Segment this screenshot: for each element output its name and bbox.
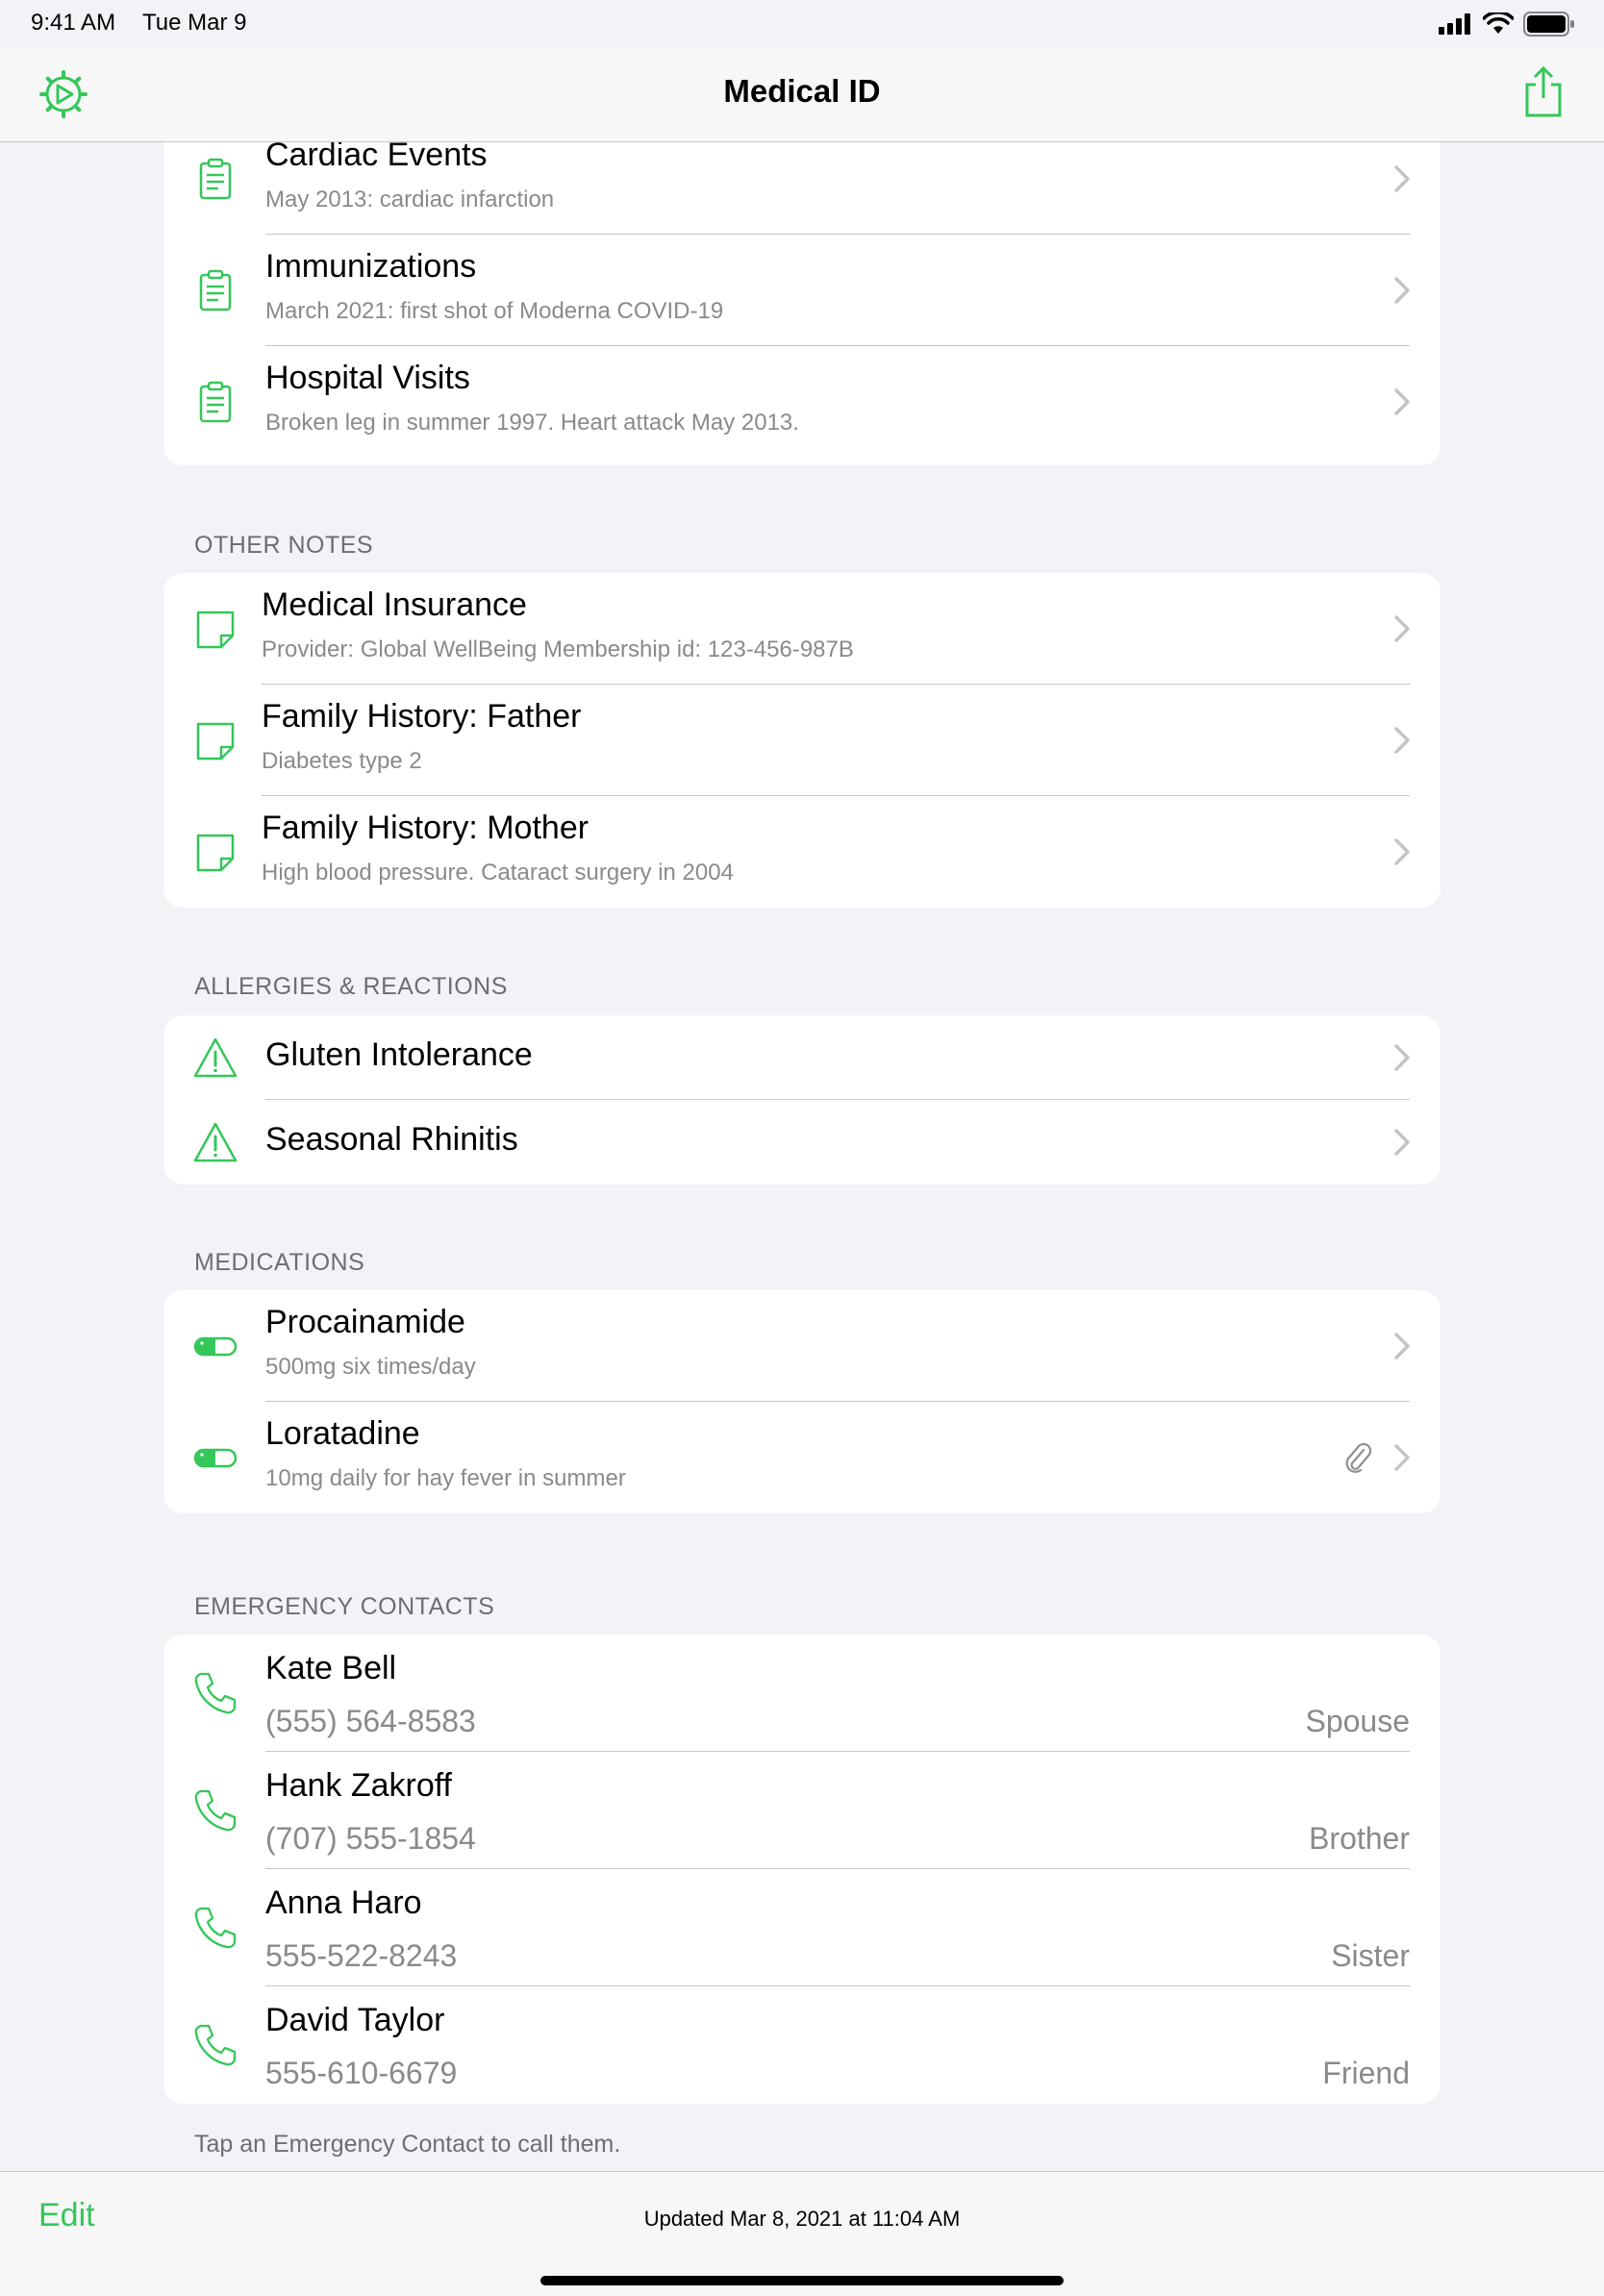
note-title: Family History: Father bbox=[262, 698, 582, 735]
medication-title: Procainamide bbox=[265, 1304, 465, 1340]
contact-relation: Friend bbox=[1322, 2056, 1410, 2090]
record-row-immunizations[interactable]: Immunizations March 2021: first shot of … bbox=[163, 235, 1441, 346]
medications-card: Procainamide 500mg six times/day Loratad… bbox=[163, 1290, 1441, 1513]
warning-icon bbox=[193, 1037, 238, 1078]
clipboard-icon bbox=[199, 158, 232, 200]
phone-icon bbox=[194, 1907, 237, 1949]
pill-icon bbox=[193, 1336, 238, 1357]
phone-icon bbox=[194, 1789, 237, 1832]
phone-icon bbox=[194, 1672, 237, 1714]
other-notes-card: Medical Insurance Provider: Global WellB… bbox=[163, 573, 1441, 908]
battery-icon bbox=[1523, 12, 1574, 37]
chevron-right-icon bbox=[1394, 838, 1410, 865]
updated-timestamp: Updated Mar 8, 2021 at 11:04 AM bbox=[643, 2207, 961, 2231]
medication-row-procainamide[interactable]: Procainamide 500mg six times/day bbox=[163, 1290, 1441, 1402]
record-row-cardiac-events[interactable]: Cardiac Events May 2013: cardiac infarct… bbox=[163, 142, 1441, 235]
note-title: Family History: Mother bbox=[262, 810, 589, 846]
pill-icon bbox=[193, 1448, 238, 1468]
note-row-medical-insurance[interactable]: Medical Insurance Provider: Global WellB… bbox=[163, 573, 1441, 685]
record-title: Immunizations bbox=[265, 248, 477, 285]
contact-name: Kate Bell bbox=[265, 1650, 397, 1686]
paperclip-icon bbox=[1345, 1442, 1372, 1473]
note-row-family-history-mother[interactable]: Family History: Mother High blood pressu… bbox=[163, 796, 1441, 908]
section-header-medications: MEDICATIONS bbox=[194, 1249, 365, 1276]
note-icon bbox=[196, 611, 235, 649]
warning-icon bbox=[193, 1122, 238, 1162]
record-subtitle: March 2021: first shot of Moderna COVID-… bbox=[265, 298, 724, 324]
record-title: Cardiac Events bbox=[265, 142, 488, 173]
page-title: Medical ID bbox=[723, 73, 881, 109]
status-bar: 9:41 AM Tue Mar 9 bbox=[0, 0, 1604, 48]
allergy-row-gluten-intolerance[interactable]: Gluten Intolerance bbox=[163, 1015, 1441, 1100]
share-icon[interactable] bbox=[1521, 65, 1566, 119]
contact-row-kate-bell[interactable]: Kate Bell (555) 564-8583 Spouse bbox=[163, 1635, 1441, 1752]
contact-phone: 555-610-6679 bbox=[265, 2056, 458, 2090]
note-subtitle: Provider: Global WellBeing Membership id… bbox=[262, 636, 854, 662]
emergency-contacts-card: Kate Bell (555) 564-8583 Spouse Hank Zak… bbox=[163, 1635, 1441, 2104]
section-header-emergency-contacts: EMERGENCY CONTACTS bbox=[194, 1593, 495, 1620]
contact-name: David Taylor bbox=[265, 2002, 445, 2038]
chevron-right-icon bbox=[1394, 727, 1410, 754]
emergency-contacts-footer: Tap an Emergency Contact to call them. bbox=[194, 2131, 621, 2158]
status-icons bbox=[1439, 12, 1575, 37]
chevron-right-icon bbox=[1394, 277, 1410, 304]
contact-phone: (555) 564-8583 bbox=[265, 1704, 476, 1738]
allergy-title: Gluten Intolerance bbox=[265, 1036, 533, 1073]
note-subtitle: Diabetes type 2 bbox=[262, 748, 422, 774]
bottom-toolbar: Edit Updated Mar 8, 2021 at 11:04 AM bbox=[0, 2171, 1604, 2296]
medication-title: Loratadine bbox=[265, 1415, 420, 1452]
chevron-right-icon bbox=[1394, 1444, 1410, 1471]
status-date: Tue Mar 9 bbox=[142, 10, 247, 36]
status-time: 9:41 AM bbox=[31, 10, 116, 36]
contact-phone: (707) 555-1854 bbox=[265, 1821, 476, 1856]
note-subtitle: High blood pressure. Cataract surgery in… bbox=[262, 860, 734, 886]
note-title: Medical Insurance bbox=[262, 586, 527, 623]
medication-subtitle: 10mg daily for hay fever in summer bbox=[265, 1465, 626, 1491]
home-indicator[interactable] bbox=[540, 2276, 1064, 2285]
allergy-title: Seasonal Rhinitis bbox=[265, 1121, 518, 1158]
wifi-icon bbox=[1483, 12, 1514, 34]
note-row-family-history-father[interactable]: Family History: Father Diabetes type 2 bbox=[163, 685, 1441, 796]
health-records-card: Cardiac Events May 2013: cardiac infarct… bbox=[163, 142, 1441, 465]
chevron-right-icon bbox=[1394, 1129, 1410, 1156]
chevron-right-icon bbox=[1394, 1333, 1410, 1360]
allergy-row-seasonal-rhinitis[interactable]: Seasonal Rhinitis bbox=[163, 1100, 1441, 1185]
contact-row-david-taylor[interactable]: David Taylor 555-610-6679 Friend bbox=[163, 1986, 1441, 2104]
navigation-bar: Medical ID bbox=[0, 48, 1604, 142]
chevron-right-icon bbox=[1394, 1044, 1410, 1071]
contact-relation: Spouse bbox=[1305, 1704, 1410, 1738]
contact-name: Hank Zakroff bbox=[265, 1767, 453, 1804]
section-header-other-notes: OTHER NOTES bbox=[194, 532, 374, 559]
contact-relation: Brother bbox=[1309, 1821, 1410, 1856]
medical-id-content[interactable]: Cardiac Events May 2013: cardiac infarct… bbox=[0, 142, 1604, 2171]
record-subtitle: May 2013: cardiac infarction bbox=[265, 187, 555, 212]
chevron-right-icon bbox=[1394, 615, 1410, 642]
cellular-signal-icon bbox=[1439, 13, 1470, 35]
chevron-right-icon bbox=[1394, 165, 1410, 192]
contact-name: Anna Haro bbox=[265, 1884, 422, 1921]
medication-subtitle: 500mg six times/day bbox=[265, 1354, 476, 1380]
medication-row-loratadine[interactable]: Loratadine 10mg daily for hay fever in s… bbox=[163, 1402, 1441, 1513]
note-icon bbox=[196, 722, 235, 761]
section-header-allergies: ALLERGIES & REACTIONS bbox=[194, 973, 508, 1000]
contact-row-hank-zakroff[interactable]: Hank Zakroff (707) 555-1854 Brother bbox=[163, 1752, 1441, 1869]
contact-relation: Sister bbox=[1331, 1938, 1410, 1973]
record-subtitle: Broken leg in summer 1997. Heart attack … bbox=[265, 410, 799, 436]
chevron-right-icon bbox=[1394, 388, 1410, 415]
note-icon bbox=[196, 834, 235, 872]
allergies-card: Gluten Intolerance Seasonal Rhinitis bbox=[163, 1015, 1441, 1185]
record-title: Hospital Visits bbox=[265, 360, 470, 396]
record-row-hospital-visits[interactable]: Hospital Visits Broken leg in summer 199… bbox=[163, 346, 1441, 458]
clipboard-icon bbox=[199, 269, 232, 312]
contact-row-anna-haro[interactable]: Anna Haro 555-522-8243 Sister bbox=[163, 1869, 1441, 1986]
clipboard-icon bbox=[199, 381, 232, 423]
contact-phone: 555-522-8243 bbox=[265, 1938, 458, 1973]
phone-icon bbox=[194, 2024, 237, 2066]
